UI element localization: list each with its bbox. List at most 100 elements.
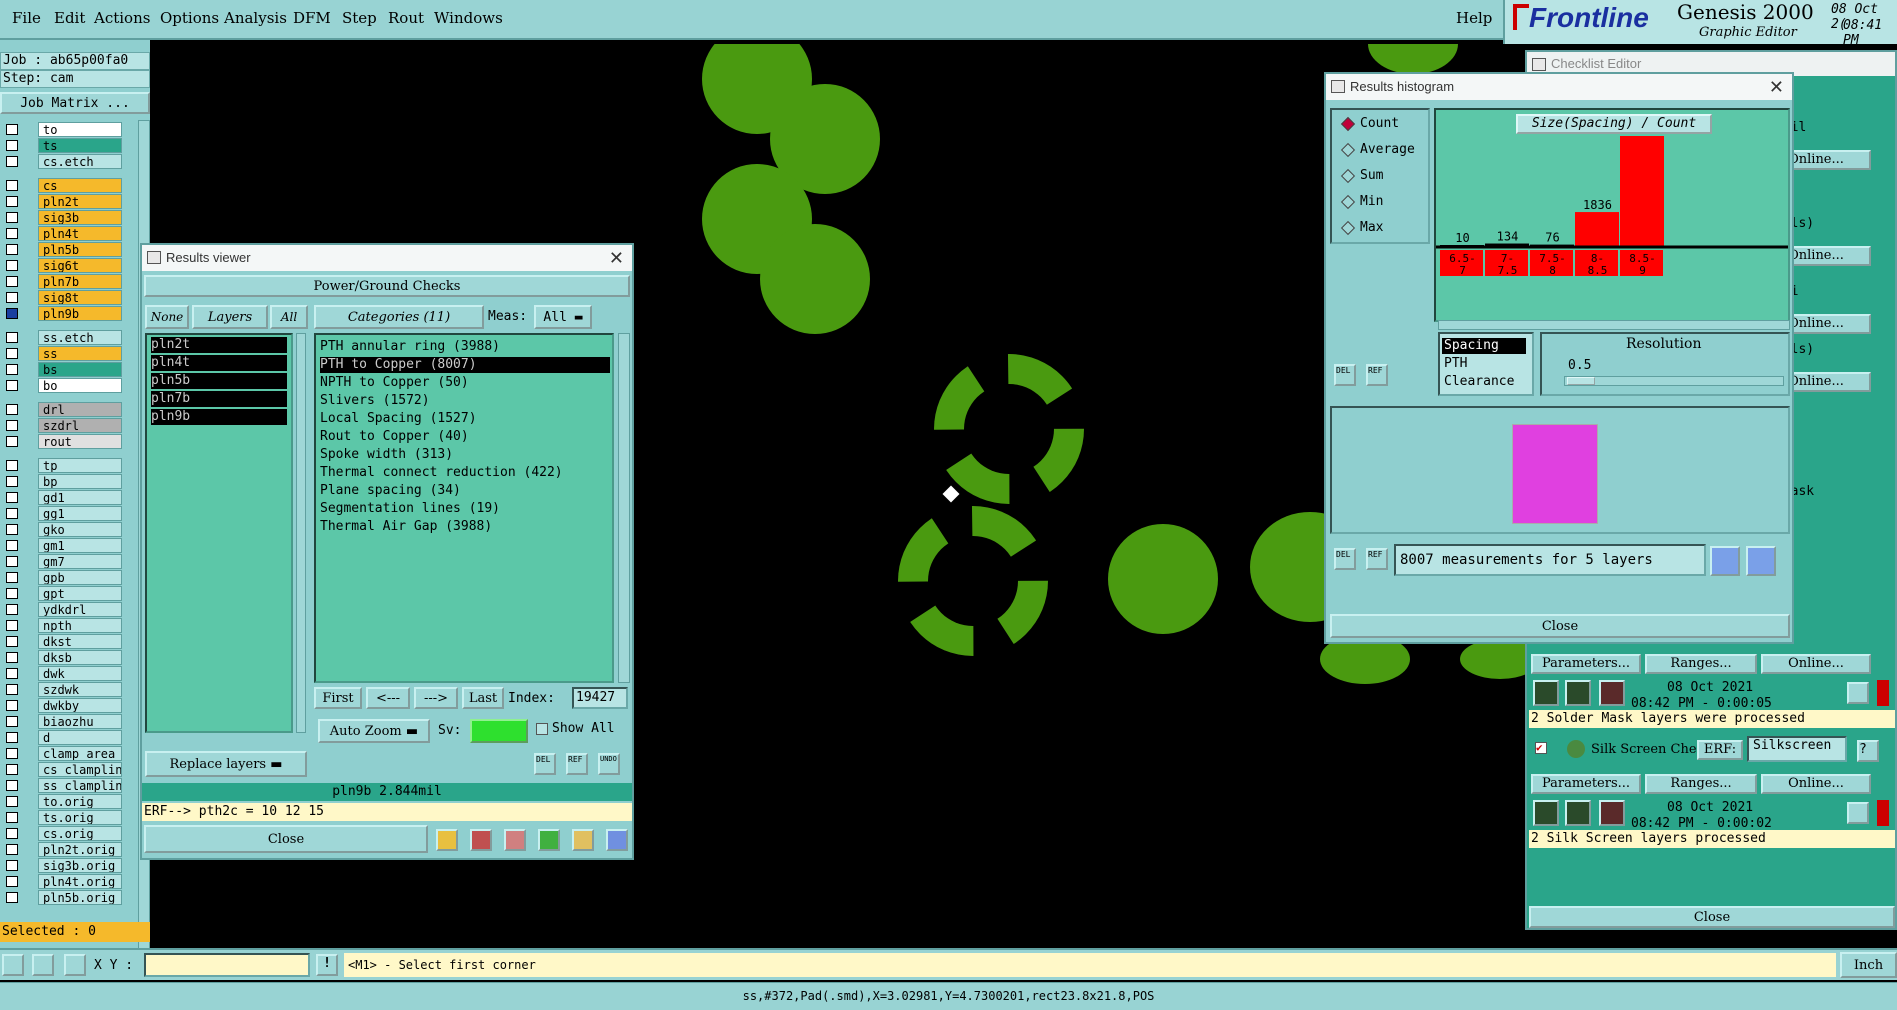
resolution-slider[interactable]: [1564, 376, 1784, 386]
list-item[interactable]: pln9b: [151, 409, 287, 425]
layer-name[interactable]: pln5b: [38, 242, 122, 257]
layer-name[interactable]: dkst: [38, 634, 122, 649]
layer-row[interactable]: to.orig: [4, 794, 122, 809]
layer-name[interactable]: tp: [38, 458, 122, 473]
layer-row[interactable]: sig6t: [4, 258, 122, 273]
layer-row[interactable]: dwkby: [4, 698, 122, 713]
layer-row[interactable]: pln2t.orig: [4, 842, 122, 857]
layer-checkbox[interactable]: [6, 364, 18, 375]
mode-radio-count[interactable]: Count: [1338, 114, 1438, 134]
ranges-button[interactable]: Ranges...: [1645, 654, 1757, 674]
layer-row[interactable]: pln5b.orig: [4, 890, 122, 905]
layer-name[interactable]: ss_clampline: [38, 778, 122, 793]
layer-row[interactable]: bp: [4, 474, 122, 489]
menu-actions[interactable]: Actions: [94, 9, 150, 27]
list-item[interactable]: pln5b: [151, 373, 287, 389]
layer-checkbox[interactable]: [6, 228, 18, 239]
clear-icon[interactable]: [504, 829, 526, 851]
close-icon[interactable]: ✕: [1769, 74, 1784, 100]
measure-icon[interactable]: [32, 954, 54, 976]
layer-name[interactable]: ss: [38, 346, 122, 361]
layer-row[interactable]: ss: [4, 346, 122, 361]
layer-checkbox[interactable]: [6, 796, 18, 807]
layer-name[interactable]: pln2t.orig: [38, 842, 122, 857]
ref-button[interactable]: REF: [566, 753, 588, 775]
layer-row[interactable]: pln4t: [4, 226, 122, 241]
layer-checkbox[interactable]: [6, 276, 18, 287]
show-all-checkbox[interactable]: [536, 723, 548, 735]
list-item[interactable]: pln2t: [151, 337, 287, 353]
layer-name[interactable]: drl: [38, 402, 122, 417]
replace-layers-dropdown[interactable]: Replace layers ▬: [145, 751, 307, 777]
layer-checkbox[interactable]: [6, 844, 18, 855]
layer-name[interactable]: sig8t: [38, 290, 122, 305]
layer-name[interactable]: bp: [38, 474, 122, 489]
zoom-region-icon[interactable]: [1710, 546, 1740, 576]
layer-row[interactable]: cs.etch: [4, 154, 122, 169]
online-button[interactable]: Online...: [1761, 774, 1871, 794]
layer-name[interactable]: to.orig: [38, 794, 122, 809]
category-item[interactable]: Rout to Copper (40): [320, 429, 610, 445]
report-icon[interactable]: [572, 829, 594, 851]
layer-row[interactable]: cs_clampline: [4, 762, 122, 777]
highlight-icon[interactable]: [436, 829, 458, 851]
run-icon[interactable]: [1565, 680, 1591, 706]
layer-row[interactable]: cs.orig: [4, 826, 122, 841]
zoom-icon[interactable]: [1847, 682, 1869, 704]
layer-name[interactable]: npth: [38, 618, 122, 633]
layer-name[interactable]: szdwk: [38, 682, 122, 697]
layer-checkbox[interactable]: [6, 196, 18, 207]
help-icon[interactable]: ?: [1857, 740, 1879, 762]
list-item[interactable]: Spacing: [1442, 338, 1526, 354]
category-item[interactable]: Segmentation lines (19): [320, 501, 610, 517]
category-item[interactable]: Local Spacing (1527): [320, 411, 610, 427]
category-item[interactable]: PTH annular ring (3988): [320, 339, 610, 355]
categories-scrollbar[interactable]: [618, 333, 630, 683]
layer-row[interactable]: sig8t: [4, 290, 122, 305]
layer-row[interactable]: dwk: [4, 666, 122, 681]
layer-name[interactable]: cs: [38, 178, 122, 193]
layer-checkbox[interactable]: [6, 780, 18, 791]
menu-dfm[interactable]: DFM: [293, 9, 331, 27]
layer-row[interactable]: ts.orig: [4, 810, 122, 825]
layer-checkbox[interactable]: [6, 684, 18, 695]
close-icon[interactable]: ✕: [609, 245, 624, 271]
layer-name[interactable]: rout: [38, 434, 122, 449]
erf-field[interactable]: Silkscreen: [1747, 736, 1847, 762]
del-button[interactable]: DEL: [534, 753, 556, 775]
measure-type-list[interactable]: Spacing PTH Clearance: [1438, 332, 1534, 396]
units-button[interactable]: Inch: [1840, 952, 1897, 978]
layer-checkbox[interactable]: [6, 244, 18, 255]
layer-checkbox[interactable]: [6, 540, 18, 551]
layer-checkbox[interactable]: [6, 180, 18, 191]
layer-name[interactable]: gm1: [38, 538, 122, 553]
menu-rout[interactable]: Rout: [388, 9, 424, 27]
layer-row[interactable]: rout: [4, 434, 122, 449]
layer-row[interactable]: pln5b: [4, 242, 122, 257]
layer-name[interactable]: sig3b.orig: [38, 858, 122, 873]
categories-listbox[interactable]: PTH annular ring (3988) PTH to Copper (80…: [314, 333, 614, 683]
layer-checkbox[interactable]: [6, 492, 18, 503]
layer-checkbox[interactable]: [6, 636, 18, 647]
menu-analysis[interactable]: Analysis: [224, 9, 287, 27]
xy-input[interactable]: [144, 953, 310, 977]
grid-icon[interactable]: [64, 954, 86, 976]
layer-row[interactable]: drl: [4, 402, 122, 417]
layer-row[interactable]: clamp_area: [4, 746, 122, 761]
zoom-icon[interactable]: [1847, 802, 1869, 824]
layer-checkbox[interactable]: [6, 260, 18, 271]
layer-name[interactable]: ss.etch: [38, 330, 122, 345]
last-button[interactable]: Last: [462, 687, 504, 709]
menu-windows[interactable]: Windows: [434, 9, 503, 27]
layer-row[interactable]: d: [4, 730, 122, 745]
checklist-close-button[interactable]: Close: [1529, 906, 1895, 928]
layer-checkbox[interactable]: [6, 380, 18, 391]
layers-all-button[interactable]: All: [270, 305, 308, 329]
layer-row[interactable]: pln2t: [4, 194, 122, 209]
layer-name[interactable]: bs: [38, 362, 122, 377]
layer-checkbox[interactable]: [6, 436, 18, 447]
enable-checkbox[interactable]: ✔: [1535, 742, 1547, 754]
layer-name[interactable]: gko: [38, 522, 122, 537]
alert-icon[interactable]: !: [316, 954, 338, 976]
del-button[interactable]: DEL: [1334, 548, 1356, 570]
